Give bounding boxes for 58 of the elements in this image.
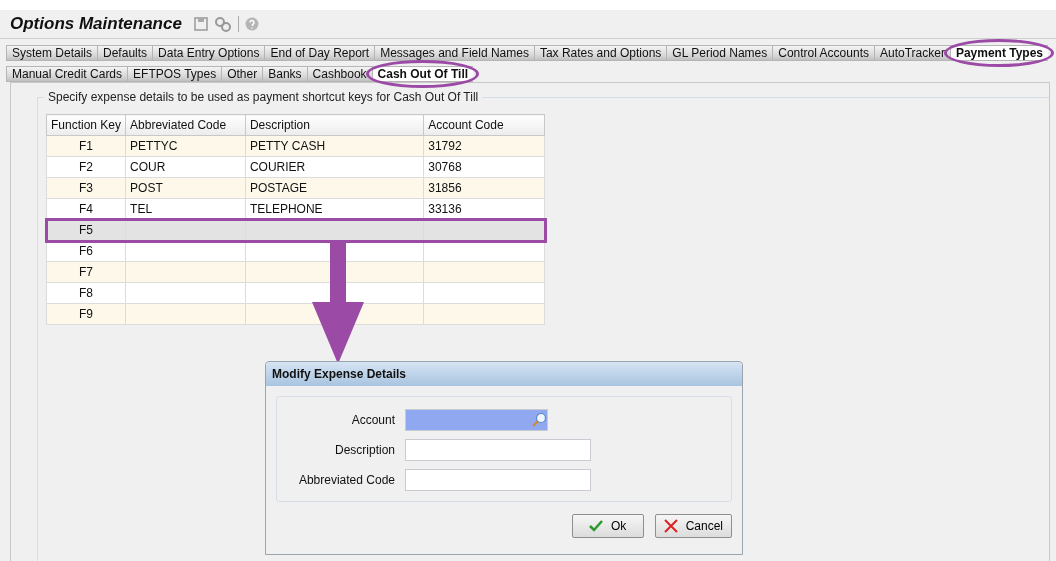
tab[interactable]: Cashbook <box>306 66 372 82</box>
column-header[interactable]: Abbreviated Code <box>125 114 246 136</box>
table-cell: F6 <box>79 244 94 258</box>
tab[interactable]: Other <box>221 66 263 82</box>
column-header[interactable]: Account Code <box>423 114 545 136</box>
table-cell: PETTY CASH <box>249 139 326 153</box>
table-cell: TEL <box>130 202 153 216</box>
table-cell: F1 <box>79 139 94 153</box>
input-field[interactable] <box>405 439 591 461</box>
dialog-title: Modify Expense Details <box>266 362 742 386</box>
table-cell: F8 <box>79 286 94 300</box>
field-label: Description <box>333 443 395 457</box>
tab[interactable]: Banks <box>262 66 307 82</box>
cross-icon <box>663 519 678 533</box>
tab[interactable]: Defaults <box>97 45 153 61</box>
tab[interactable]: Cash Out Of Till <box>371 66 474 82</box>
field-label: Account <box>350 413 395 427</box>
checkmark-icon <box>588 520 603 532</box>
input-field[interactable] <box>405 469 591 491</box>
table-cell: 31856 <box>428 181 462 195</box>
tab[interactable]: Tax Rates and Options <box>533 45 667 61</box>
window-title: Options Maintenance <box>10 14 182 34</box>
table-cell: TELEPHONE <box>249 202 323 216</box>
tab[interactable]: End of Day Report <box>264 45 375 61</box>
tab[interactable]: Manual Credit Cards <box>6 66 128 82</box>
table-cell: 30768 <box>428 160 462 174</box>
tab[interactable]: EFTPOS Types <box>127 66 222 82</box>
account-field[interactable] <box>405 409 548 431</box>
table-cell: COURIER <box>249 160 306 174</box>
table-cell: F4 <box>79 202 94 216</box>
table-cell: POST <box>130 181 163 195</box>
table-cell: 33136 <box>428 202 462 216</box>
tab[interactable]: Payment Types <box>949 45 1049 61</box>
table-cell: POSTAGE <box>249 181 308 195</box>
save-icon[interactable] <box>193 17 208 31</box>
field-label: Abbreviated Code <box>297 473 395 487</box>
tab[interactable]: AutoTracker <box>873 45 950 61</box>
tab[interactable]: GL Period Names <box>666 45 773 61</box>
search-icon[interactable] <box>531 412 547 428</box>
tab[interactable]: Data Entry Options <box>152 45 265 61</box>
table-cell: F3 <box>79 181 94 195</box>
tab[interactable]: System Details <box>6 45 98 61</box>
table-cell: PETTYC <box>130 139 178 153</box>
group-legend: Specify expense details to be used as payment shortcut keys for Cash Out Of Till <box>44 90 483 104</box>
gears-icon[interactable] <box>213 16 232 32</box>
table-cell: F9 <box>79 307 94 321</box>
ok-button[interactable]: Ok <box>571 514 644 538</box>
table-cell: 31792 <box>428 139 462 153</box>
table-cell: F7 <box>79 265 94 279</box>
tab[interactable]: Messages and Field Names <box>374 45 534 61</box>
help-icon[interactable] <box>244 17 259 31</box>
table-cell: COUR <box>130 160 166 174</box>
table-cell: F2 <box>79 160 94 174</box>
table-cell: F5 <box>79 223 94 237</box>
column-header[interactable]: Function Key <box>46 114 126 136</box>
column-header[interactable]: Description <box>245 114 424 136</box>
cancel-button[interactable]: Cancel <box>654 514 732 538</box>
tab[interactable]: Control Accounts <box>772 45 874 61</box>
